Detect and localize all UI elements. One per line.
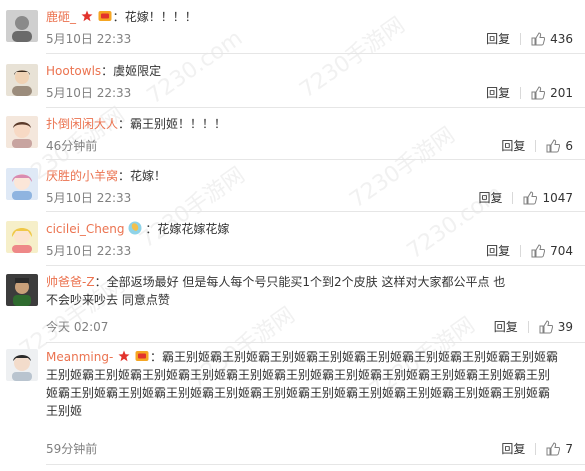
divider bbox=[520, 244, 522, 257]
divider bbox=[520, 86, 522, 99]
comment-separator: ： bbox=[94, 275, 107, 289]
divider bbox=[46, 342, 585, 343]
reply-button[interactable]: 回复 bbox=[486, 30, 510, 47]
star-badge-icon bbox=[118, 350, 130, 362]
like-button[interactable]: 7 bbox=[546, 442, 573, 456]
avatar[interactable] bbox=[6, 274, 38, 306]
username-link[interactable]: 鹿砸_ bbox=[46, 10, 76, 24]
comment-time: 5月10日 22:33 bbox=[46, 32, 132, 46]
reply-button[interactable]: 回复 bbox=[501, 440, 525, 457]
comment-text: 花嫁！ bbox=[130, 169, 167, 183]
divider bbox=[512, 191, 514, 204]
divider bbox=[46, 159, 585, 160]
thumbs-up-icon bbox=[546, 138, 561, 152]
like-button[interactable]: 39 bbox=[539, 320, 573, 334]
reply-button[interactable]: 回复 bbox=[478, 189, 502, 206]
emoji-icon bbox=[128, 221, 142, 235]
comment-separator: ： bbox=[118, 117, 131, 131]
comment-time: 5月10日 22:33 bbox=[46, 244, 132, 258]
comment-separator: ： bbox=[149, 350, 162, 364]
like-button[interactable]: 436 bbox=[531, 32, 573, 46]
comment-time: 5月10日 22:33 bbox=[46, 86, 132, 100]
username-link[interactable]: 扑倒闲闲大人 bbox=[46, 117, 118, 131]
avatar[interactable] bbox=[6, 116, 38, 148]
reply-button[interactable]: 回复 bbox=[486, 84, 510, 101]
comment-time: 5月10日 22:33 bbox=[46, 191, 132, 205]
comment-time: 59分钟前 bbox=[46, 442, 98, 456]
comment-time: 今天 02:07 bbox=[46, 320, 109, 334]
reply-button[interactable]: 回复 bbox=[501, 137, 525, 154]
username-link[interactable]: 帅爸爸-Z bbox=[46, 275, 95, 289]
reply-button[interactable]: 回复 bbox=[486, 242, 510, 259]
avatar[interactable] bbox=[6, 349, 38, 381]
comment-separator: ： bbox=[112, 10, 125, 24]
divider bbox=[520, 32, 522, 45]
vip-badge-icon bbox=[98, 11, 112, 21]
like-button[interactable]: 6 bbox=[546, 139, 573, 153]
thumbs-up-icon bbox=[531, 85, 546, 99]
comment-text: 花嫁！！！！ bbox=[124, 10, 197, 24]
reply-button[interactable]: 回复 bbox=[494, 318, 518, 335]
avatar[interactable] bbox=[6, 168, 38, 200]
thumbs-up-icon bbox=[531, 243, 546, 257]
like-count: 39 bbox=[557, 319, 573, 334]
username-link[interactable]: Hootowls bbox=[46, 64, 101, 78]
like-button[interactable]: 201 bbox=[531, 86, 573, 100]
username-link[interactable]: cicilei_Cheng bbox=[46, 222, 125, 236]
like-count: 201 bbox=[550, 85, 573, 100]
divider bbox=[535, 442, 537, 455]
divider bbox=[46, 53, 585, 54]
divider bbox=[46, 265, 585, 266]
username-link[interactable]: Meanming- bbox=[46, 350, 113, 364]
like-count: 6 bbox=[565, 138, 573, 153]
divider bbox=[527, 320, 529, 333]
divider bbox=[46, 211, 585, 212]
username-link[interactable]: 厌胜的小羊窝 bbox=[46, 169, 118, 183]
vip-badge-icon bbox=[135, 351, 149, 361]
divider bbox=[46, 107, 585, 108]
thumbs-up-icon bbox=[531, 31, 546, 45]
thumbs-up-icon bbox=[539, 319, 553, 333]
like-count: 436 bbox=[550, 31, 573, 46]
comment-time: 46分钟前 bbox=[46, 139, 98, 153]
like-button[interactable]: 1047 bbox=[523, 191, 573, 205]
comment-separator: ： bbox=[101, 64, 114, 78]
avatar[interactable] bbox=[6, 221, 38, 253]
thumbs-up-icon bbox=[546, 441, 561, 455]
divider bbox=[46, 464, 585, 465]
avatar[interactable] bbox=[6, 10, 38, 42]
divider bbox=[535, 139, 537, 152]
thumbs-up-icon bbox=[523, 190, 538, 204]
star-badge-icon bbox=[81, 10, 93, 22]
comment-separator: ： bbox=[145, 222, 158, 236]
like-button[interactable]: 704 bbox=[531, 244, 573, 258]
like-count: 7 bbox=[565, 441, 573, 456]
comment-text: 虞姬限定 bbox=[113, 64, 162, 78]
like-count: 704 bbox=[550, 243, 573, 258]
comment-text: 花嫁花嫁花嫁 bbox=[157, 222, 230, 236]
comment-text: 全部返场最好 但是每人每个号只能买1个到2个皮肤 这样对大家都公平点 也不会吵来… bbox=[46, 275, 506, 307]
comment-text: 霸王别姬！！！！ bbox=[130, 117, 227, 131]
avatar[interactable] bbox=[6, 64, 38, 96]
like-count: 1047 bbox=[542, 190, 573, 205]
comment-separator: ： bbox=[118, 169, 131, 183]
